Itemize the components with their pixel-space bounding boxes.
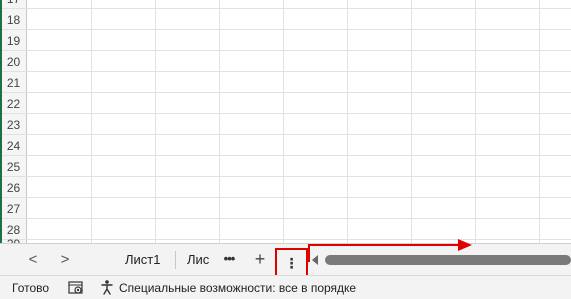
status-bar: Готово Специальные возможности: все в по… — [0, 275, 571, 299]
grid-row[interactable]: 20 — [0, 52, 571, 72]
sheet-tab-list1[interactable]: Лист1 — [125, 250, 160, 270]
sheet-tab-bar: < > Лист1 Лис ••• + ⋮ — [0, 239, 571, 278]
window-edge — [0, 0, 2, 243]
grid-row[interactable]: 19 — [0, 31, 571, 51]
row-number[interactable]: 21 — [0, 73, 27, 93]
row-number[interactable]: 25 — [0, 157, 27, 177]
grid-row[interactable]: 26 — [0, 178, 571, 198]
annotation-bracket — [308, 244, 310, 262]
more-sheets-button[interactable]: ••• — [220, 250, 238, 270]
row-number[interactable]: 22 — [0, 94, 27, 114]
accessibility-status[interactable]: Специальные возможности: все в порядке — [119, 281, 356, 295]
plus-icon[interactable]: + — [250, 249, 270, 271]
grid-row[interactable]: 27 — [0, 199, 571, 219]
status-ready-text: Готово — [12, 281, 50, 295]
row-number[interactable]: 19 — [0, 31, 27, 51]
row-number[interactable]: 18 — [0, 10, 27, 30]
row-number[interactable]: 27 — [0, 199, 27, 219]
row-number[interactable]: 23 — [0, 115, 27, 135]
chevron-left-icon[interactable]: < — [23, 250, 43, 270]
row-number[interactable]: 26 — [0, 178, 27, 198]
grid-row[interactable]: 29 — [0, 234, 571, 243]
scroll-left-icon[interactable] — [312, 255, 318, 265]
accessibility-icon — [101, 280, 113, 295]
spreadsheet-grid[interactable]: 17 18 19 20 21 22 23 24 25 26 27 28 29 — [0, 0, 571, 243]
macro-record-icon[interactable] — [68, 280, 84, 295]
tab-divider — [175, 251, 176, 269]
arrow-right-icon — [458, 239, 472, 251]
grid-row[interactable]: 23 — [0, 115, 571, 135]
grid-row[interactable]: 24 — [0, 136, 571, 156]
grid-row[interactable]: 18 — [0, 10, 571, 30]
sheet-options-button[interactable]: ⋮ — [275, 248, 308, 278]
row-number[interactable]: 24 — [0, 136, 27, 156]
horizontal-scrollbar-thumb[interactable] — [325, 255, 571, 265]
sheet-tab-list2[interactable]: Лис — [187, 250, 209, 270]
grid-row[interactable]: 25 — [0, 157, 571, 177]
row-number[interactable]: 29 — [0, 234, 27, 243]
chevron-right-icon[interactable]: > — [55, 250, 75, 270]
row-number[interactable]: 20 — [0, 52, 27, 72]
vertical-dots-icon: ⋮ — [284, 255, 299, 271]
grid-row[interactable]: 22 — [0, 94, 571, 114]
grid-row[interactable]: 21 — [0, 73, 571, 93]
row-number[interactable]: 17 — [0, 0, 27, 9]
grid-row[interactable]: 17 — [0, 0, 571, 9]
annotation-arrow-line — [308, 244, 460, 246]
